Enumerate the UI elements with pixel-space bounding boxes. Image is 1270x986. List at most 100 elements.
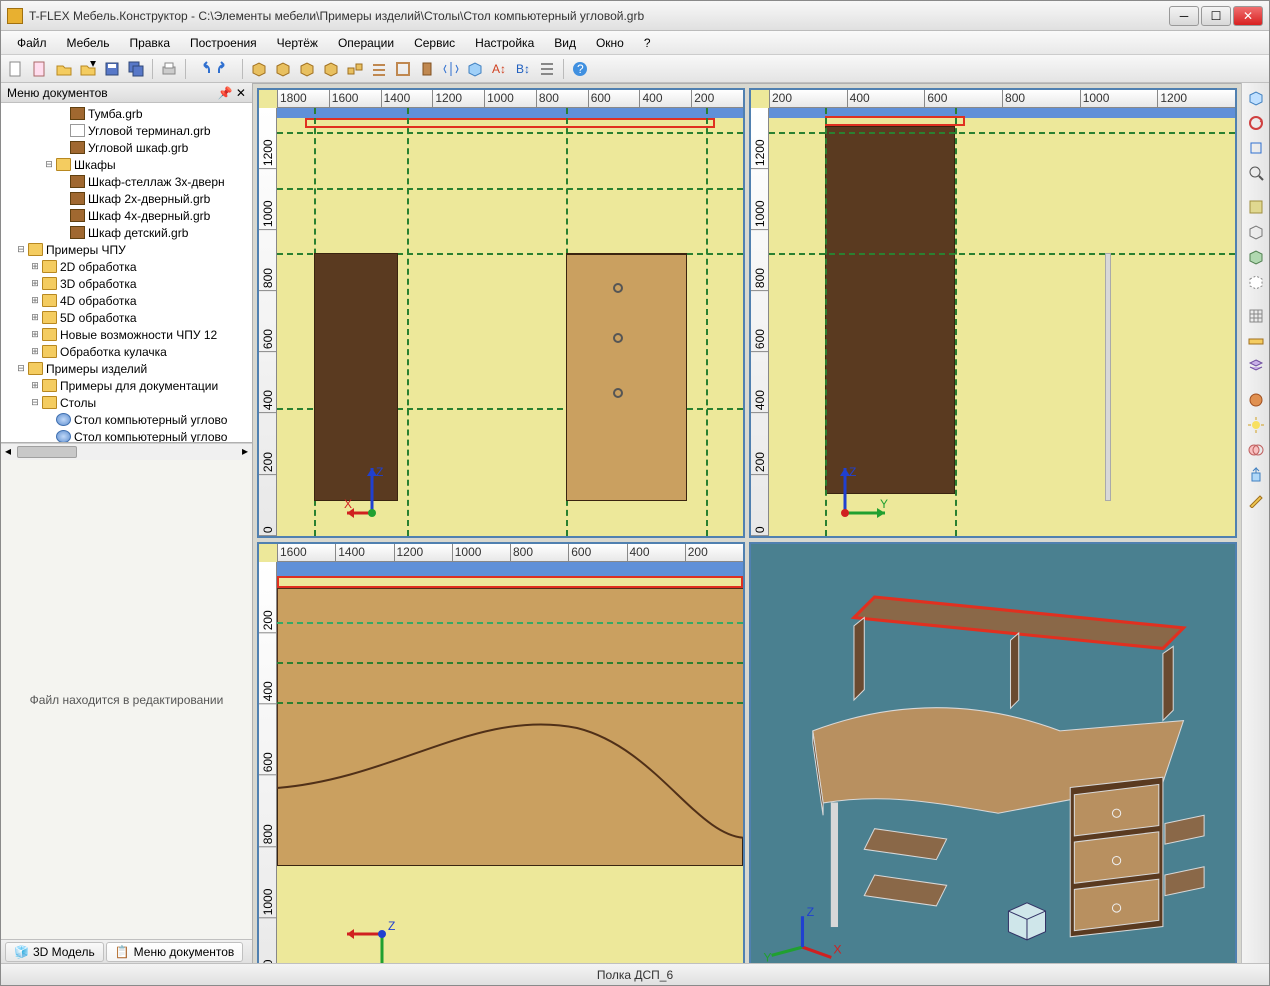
axis-gizmo: Z Y [825, 458, 905, 528]
menu-settings[interactable]: Настройка [465, 34, 544, 52]
svg-text:X: X [344, 497, 352, 511]
tree-node[interactable]: Стол компьютерный углово [1, 428, 252, 443]
boolean-icon[interactable] [1245, 439, 1267, 461]
box1-icon[interactable] [248, 58, 270, 80]
ruler-horizontal: 18001600140012001000800600400200 [277, 90, 743, 108]
menu-operations[interactable]: Операции [328, 34, 404, 52]
selected-shelf[interactable] [305, 118, 715, 128]
tree-node[interactable]: Шкаф-стеллаж 3х-дверн [1, 173, 252, 190]
panel-icon[interactable] [416, 58, 438, 80]
measure-icon[interactable] [1245, 330, 1267, 352]
tree-node[interactable]: ⊟Столы [1, 394, 252, 411]
canvas-top[interactable]: Z [277, 562, 743, 963]
tree-node[interactable]: Шкаф 2х-дверный.grb [1, 190, 252, 207]
assembly-icon[interactable] [344, 58, 366, 80]
help-icon[interactable]: ? [569, 58, 591, 80]
viewport-front[interactable]: 18001600140012001000800600400200 1200100… [257, 88, 745, 538]
view-iso-icon[interactable] [1245, 87, 1267, 109]
tree-node[interactable]: ⊞2D обработка [1, 258, 252, 275]
new-variant-icon[interactable] [29, 58, 51, 80]
maximize-button[interactable]: ☐ [1201, 6, 1231, 26]
tree-node[interactable]: ⊟Примеры ЧПУ [1, 241, 252, 258]
viewport-3d[interactable]: Y X Z [749, 542, 1237, 963]
layers-icon[interactable] [1245, 355, 1267, 377]
scrollbar-thumb[interactable] [17, 446, 77, 458]
tree-node[interactable]: ⊞4D обработка [1, 292, 252, 309]
grid-icon[interactable] [1245, 305, 1267, 327]
box2-icon[interactable] [272, 58, 294, 80]
menu-help[interactable]: ? [634, 34, 661, 52]
shelf-icon[interactable] [368, 58, 390, 80]
box4-icon[interactable] [320, 58, 342, 80]
list-icon[interactable] [536, 58, 558, 80]
menu-edit[interactable]: Правка [119, 34, 180, 52]
tree-node[interactable]: Стол компьютерный углово [1, 411, 252, 428]
folder-icon [42, 311, 57, 324]
tree-node[interactable]: ⊞5D обработка [1, 309, 252, 326]
tree-horizontal-scrollbar[interactable]: ◂ ▸ [1, 443, 252, 460]
tree-node[interactable]: Тумба.grb [1, 105, 252, 122]
canvas-side[interactable]: Z Y [769, 108, 1235, 536]
panel-icon [70, 141, 85, 154]
canvas-front[interactable]: Z X [277, 108, 743, 536]
tab-doc-menu[interactable]: 📋 Меню документов [106, 942, 244, 962]
status-text: Полка ДСП_6 [597, 968, 673, 982]
tree-node[interactable]: Шкаф 4х-дверный.grb [1, 207, 252, 224]
tree-node[interactable]: ⊟Шкафы [1, 156, 252, 173]
extrude-icon[interactable] [1245, 464, 1267, 486]
save-all-icon[interactable] [125, 58, 147, 80]
undo-icon[interactable] [191, 58, 213, 80]
menu-constructions[interactable]: Построения [180, 34, 267, 52]
mirror-icon[interactable] [440, 58, 462, 80]
menu-window[interactable]: Окно [586, 34, 634, 52]
shaded-icon[interactable] [1245, 246, 1267, 268]
open-recent-icon[interactable]: ▾ [77, 58, 99, 80]
menu-view[interactable]: Вид [544, 34, 586, 52]
preview-panel: Файл находится в редактировании [1, 460, 252, 939]
tree-node[interactable]: Угловой шкаф.grb [1, 139, 252, 156]
frame-icon[interactable] [392, 58, 414, 80]
svg-text:B↕: B↕ [516, 62, 530, 76]
hidden-lines-icon[interactable] [1245, 271, 1267, 293]
variables-icon[interactable]: A↕ [488, 58, 510, 80]
zoom-in-icon[interactable] [1245, 162, 1267, 184]
minimize-button[interactable]: ─ [1169, 6, 1199, 26]
wireframe-icon[interactable] [1245, 221, 1267, 243]
menu-furniture[interactable]: Мебель [57, 34, 120, 52]
app-body: Меню документов 📌 ✕ Тумба.grbУгловой тер… [1, 83, 1269, 963]
folder-icon [42, 277, 57, 290]
tree-node[interactable]: ⊞3D обработка [1, 275, 252, 292]
view-rotate-icon[interactable] [1245, 112, 1267, 134]
new-doc-icon[interactable] [5, 58, 27, 80]
tree-node[interactable]: ⊞Примеры для документации [1, 377, 252, 394]
selected-shelf[interactable] [825, 116, 965, 126]
close-button[interactable]: ✕ [1233, 6, 1263, 26]
material-icon[interactable] [1245, 389, 1267, 411]
menu-drawing[interactable]: Чертёж [267, 34, 328, 52]
print-icon[interactable] [158, 58, 180, 80]
menu-service[interactable]: Сервис [404, 34, 465, 52]
tab-3d-model[interactable]: 🧊 3D Модель [5, 942, 104, 962]
save-icon[interactable] [101, 58, 123, 80]
document-tree[interactable]: Тумба.grbУгловой терминал.grbУгловой шка… [1, 103, 252, 443]
model-icon[interactable] [464, 58, 486, 80]
light-icon[interactable] [1245, 414, 1267, 436]
viewport-side[interactable]: 20040060080010001200 1200100080060040020… [749, 88, 1237, 538]
viewport-top[interactable]: 1600140012001000800600400200 20040060080… [257, 542, 745, 963]
zoom-fit-icon[interactable] [1245, 137, 1267, 159]
panel-icon [70, 209, 85, 222]
panel-pin-icon[interactable]: 📌 ✕ [218, 86, 246, 100]
box3-icon[interactable] [296, 58, 318, 80]
tree-node[interactable]: ⊟Примеры изделий [1, 360, 252, 377]
params-icon[interactable]: B↕ [512, 58, 534, 80]
redo-icon[interactable] [215, 58, 237, 80]
menu-file[interactable]: Файл [7, 34, 57, 52]
sketch-icon[interactable] [1245, 489, 1267, 511]
tree-node[interactable]: Угловой терминал.grb [1, 122, 252, 139]
section-icon[interactable] [1245, 196, 1267, 218]
tree-node[interactable]: Шкаф детский.grb [1, 224, 252, 241]
tree-node[interactable]: ⊞Обработка кулачка [1, 343, 252, 360]
open-icon[interactable] [53, 58, 75, 80]
tree-node[interactable]: ⊞Новые возможности ЧПУ 12 [1, 326, 252, 343]
contour [277, 588, 743, 909]
